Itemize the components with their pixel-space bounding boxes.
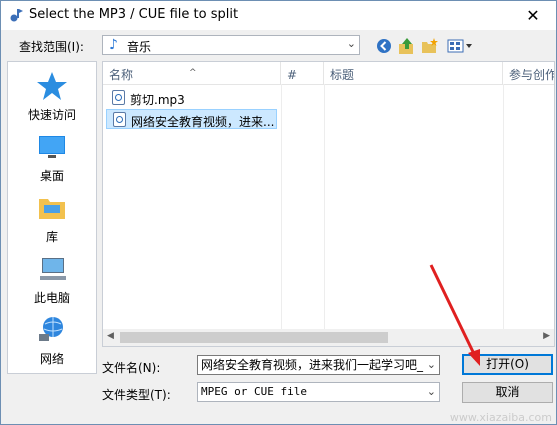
view-menu-icon	[447, 39, 472, 53]
lookin-dropdown[interactable]: ♪ 音乐 ⌄	[102, 35, 360, 55]
music-folder-icon: ♪	[109, 37, 118, 53]
sort-ascending-icon: ^	[189, 68, 197, 78]
place-desktop[interactable]: 桌面	[8, 131, 96, 184]
scrollbar-thumb[interactable]	[120, 332, 388, 343]
dialog-title: Select the MP3 / CUE file to split	[29, 7, 239, 22]
app-icon	[10, 9, 23, 22]
title-bar: Select the MP3 / CUE file to split ✕	[1, 1, 556, 30]
audio-file-icon	[113, 112, 126, 127]
place-label: 快速访问	[27, 108, 76, 122]
new-folder-icon	[422, 38, 438, 53]
chevron-down-icon: ⌄	[426, 385, 436, 398]
library-icon	[39, 199, 65, 219]
place-label: 桌面	[39, 169, 64, 183]
chevron-down-icon: ⌄	[346, 37, 356, 50]
desktop-icon	[39, 136, 65, 158]
scroll-left-icon[interactable]: ◀	[107, 331, 114, 341]
column-header-name[interactable]: ^ 名称	[103, 62, 281, 84]
horizontal-scrollbar[interactable]: ◀ ▶	[103, 329, 554, 346]
place-label: 网络	[39, 352, 64, 366]
filename-input[interactable]: 网络安全教育视频，进来我们一起学习吧_ ⌄	[197, 355, 440, 375]
place-libraries[interactable]: 库	[8, 192, 96, 245]
file-name: 剪切.mp3	[130, 93, 185, 107]
file-name: 网络安全教育视频，进来...	[131, 115, 275, 129]
place-this-pc[interactable]: 此电脑	[8, 253, 96, 306]
file-list[interactable]: ^ 名称 # 标题 参与创作 剪切.mp3 网络安全教育视频，进来... ◀ ▶	[102, 61, 555, 347]
place-label: 库	[45, 230, 58, 244]
place-network[interactable]: 网络	[8, 314, 96, 367]
close-icon: ✕	[526, 6, 540, 25]
places-bar: 快速访问 桌面 库 此电脑 网络	[7, 61, 97, 374]
place-label: 此电脑	[33, 291, 70, 305]
watermark: www.xiazaiba.com	[449, 411, 552, 424]
scroll-right-icon[interactable]: ▶	[543, 331, 550, 341]
close-button[interactable]: ✕	[510, 1, 556, 30]
column-header-title[interactable]: 标题	[324, 62, 503, 84]
lookin-value: 音乐	[127, 40, 152, 54]
chevron-down-icon[interactable]: ⌄	[427, 356, 436, 374]
up-folder-button[interactable]	[398, 37, 416, 55]
filetype-label: 文件类型(T):	[102, 388, 171, 402]
file-row-selected[interactable]: 网络安全教育视频，进来...	[106, 109, 277, 129]
star-icon	[37, 72, 67, 100]
file-row[interactable]: 剪切.mp3	[106, 88, 277, 108]
network-icon	[39, 317, 63, 341]
filetype-select[interactable]: MPEG or CUE file ⌄	[197, 382, 440, 402]
audio-file-icon	[112, 90, 125, 105]
view-menu-button[interactable]	[446, 37, 474, 55]
new-folder-button[interactable]	[421, 37, 439, 55]
back-icon	[377, 39, 391, 53]
column-header-number[interactable]: #	[281, 62, 324, 84]
computer-icon	[40, 258, 66, 280]
filename-label: 文件名(N):	[102, 361, 161, 375]
column-header-row: ^ 名称 # 标题 参与创作	[103, 62, 554, 85]
lookin-label: 查找范围(I):	[19, 40, 84, 54]
open-button[interactable]: 打开(O)	[462, 354, 553, 375]
cancel-button[interactable]: 取消	[462, 382, 553, 403]
column-header-contributors[interactable]: 参与创作	[503, 62, 554, 84]
place-quick-access[interactable]: 快速访问	[8, 70, 96, 123]
file-open-dialog: Select the MP3 / CUE file to split ✕ 查找范…	[0, 0, 557, 425]
back-button[interactable]	[375, 37, 393, 55]
up-folder-icon	[399, 38, 413, 54]
